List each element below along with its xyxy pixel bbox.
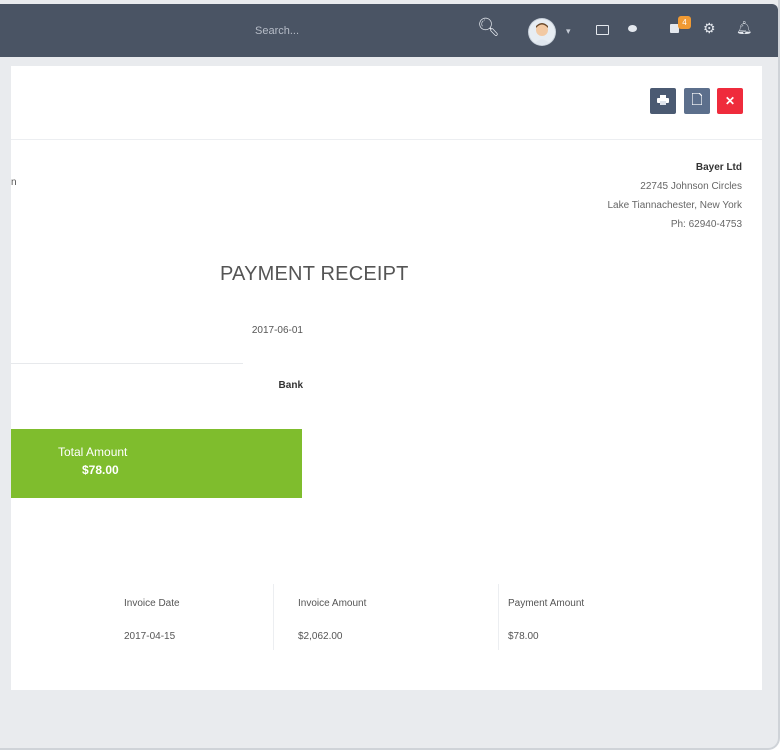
- payment-date-value: 2017-06-01: [251, 325, 303, 336]
- column-divider: [273, 584, 274, 650]
- search-input[interactable]: Search...: [255, 25, 299, 37]
- address-phone: Ph: 62940-4753: [670, 219, 742, 230]
- total-amount-value: $78.00: [82, 463, 119, 477]
- print-button[interactable]: [650, 88, 676, 114]
- table-cell-invoice-date: 2017-04-15: [124, 631, 176, 642]
- close-button[interactable]: ✕: [717, 88, 743, 114]
- header-divider: [11, 139, 762, 140]
- notification-badge: 4: [678, 16, 691, 29]
- close-icon: ✕: [724, 94, 736, 108]
- table-cell-invoice-amount: $2,062.00: [298, 631, 343, 642]
- user-avatar[interactable]: [529, 19, 555, 45]
- address-line-1: 22745 Johnson Circles: [640, 181, 742, 192]
- pdf-button[interactable]: [684, 88, 710, 114]
- bell-icon[interactable]: 🔔︎: [736, 21, 753, 34]
- total-amount-label: Total Amount: [58, 445, 128, 459]
- table-header-payment-amount: Payment Amount: [508, 598, 585, 609]
- table-header-invoice-date: Invoice Date: [124, 598, 180, 609]
- address-line-2: Lake Tiannachester, New York: [607, 200, 742, 211]
- left-text-fragment: n: [11, 177, 17, 188]
- file-icon: [691, 92, 703, 106]
- table-header-invoice-amount: Invoice Amount: [298, 598, 367, 609]
- print-icon: [657, 95, 669, 105]
- total-amount-box: Total Amount $78.00: [11, 429, 302, 498]
- app-window: Search... 🔍︎ ▾ 4 ⚙︎ 🔔︎ ✕ n Bayer Ltd 227…: [0, 0, 780, 750]
- column-divider: [498, 584, 499, 650]
- company-name: Bayer Ltd: [695, 162, 742, 173]
- gear-icon[interactable]: ⚙︎: [703, 21, 716, 35]
- receipt-panel: ✕ n Bayer Ltd 22745 Johnson Circles Lake…: [11, 66, 762, 690]
- chat-icon[interactable]: [628, 25, 637, 32]
- company-address: Bayer Ltd 22745 Johnson Circles Lake Tia…: [607, 158, 742, 234]
- row-divider: [11, 363, 243, 364]
- search-icon[interactable]: 🔍︎: [477, 18, 500, 36]
- chevron-down-icon[interactable]: ▾: [566, 27, 571, 36]
- page-title: PAYMENT RECEIPT: [220, 263, 409, 285]
- payment-method-value: Bank: [278, 380, 303, 391]
- table-cell-payment-amount: $78.00: [508, 631, 539, 642]
- mail-icon[interactable]: [596, 25, 609, 35]
- top-navbar: Search... 🔍︎ ▾ 4 ⚙︎ 🔔︎: [0, 4, 778, 57]
